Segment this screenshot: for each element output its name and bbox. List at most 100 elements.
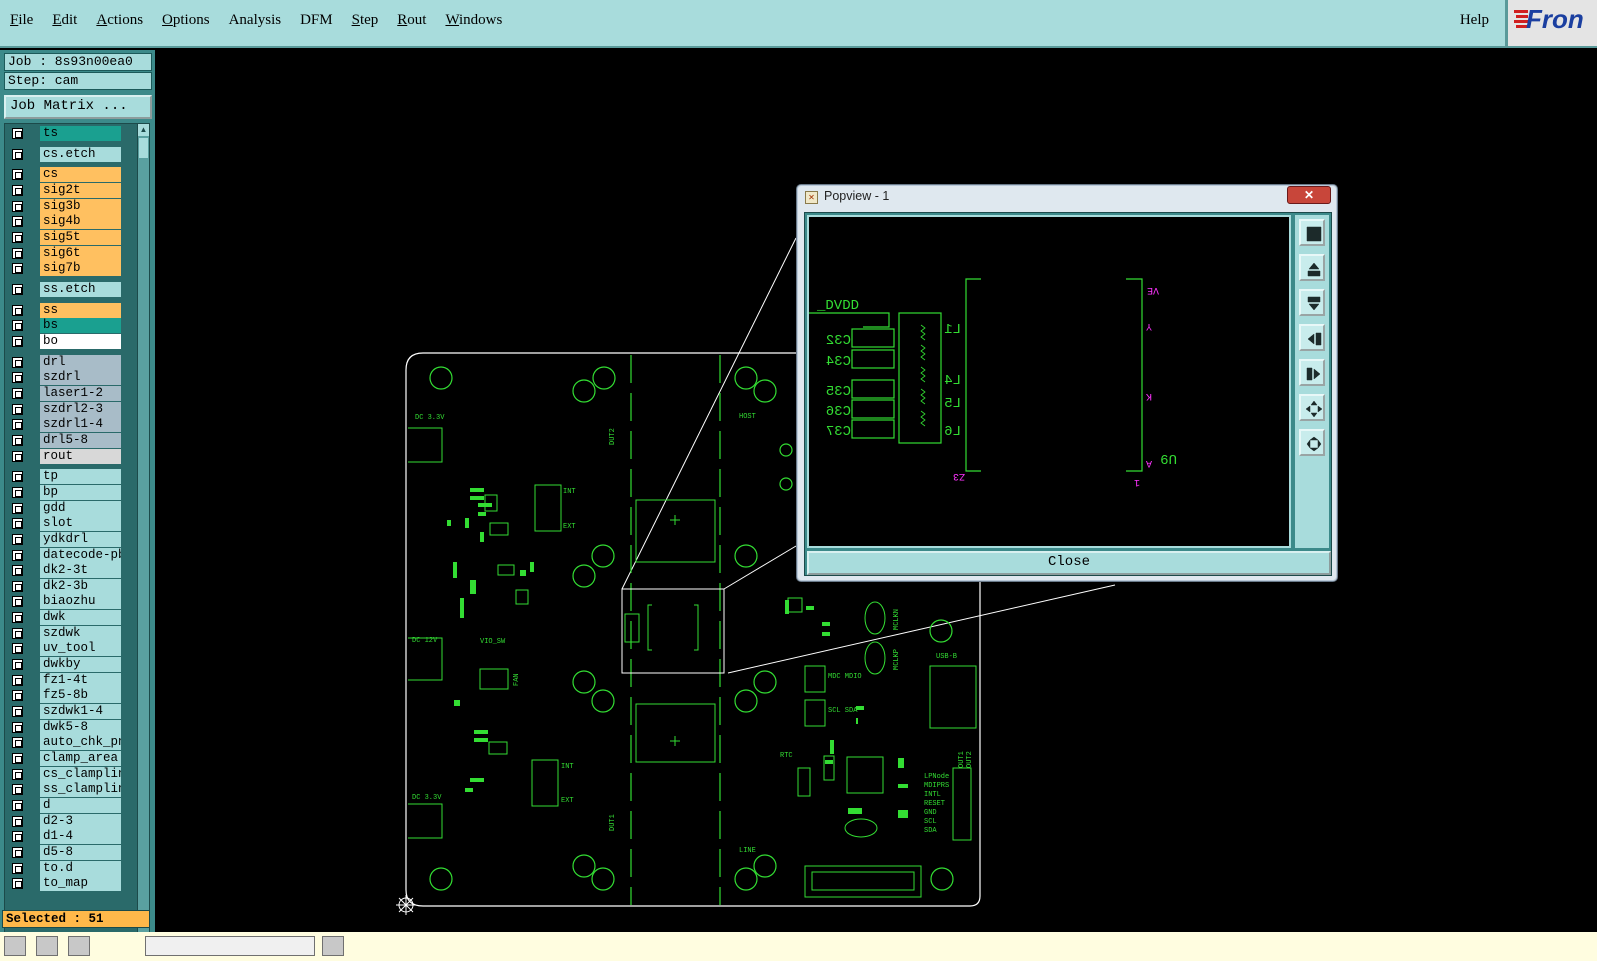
layer-checkbox[interactable]	[12, 128, 23, 139]
layer-name[interactable]: szdwk1-4	[40, 704, 121, 720]
scroll-thumb[interactable]	[139, 138, 148, 158]
layer-row-sig3b[interactable]: sig3b	[7, 198, 127, 214]
layer-checkbox[interactable]	[12, 690, 23, 702]
layer-name[interactable]: szdwk	[40, 625, 121, 641]
popview-titlebar[interactable]: ✕ Popview - 1 ✕	[797, 185, 1337, 209]
layer-checkbox[interactable]	[12, 263, 23, 275]
popview-window[interactable]: ✕ Popview - 1 ✕ _DVDD C32 C34 C35 C36 C3…	[796, 184, 1338, 582]
zoom-fit-icon[interactable]	[1299, 219, 1325, 246]
layer-row-ss.etch[interactable]: ss.etch	[7, 281, 127, 297]
layer-name[interactable]: bo	[40, 333, 121, 349]
layer-row-gdd[interactable]: gdd	[7, 500, 127, 516]
layer-row-cs.etch[interactable]: cs.etch	[7, 146, 127, 162]
layer-checkbox[interactable]	[12, 335, 23, 347]
layer-row-slot[interactable]: slot	[7, 516, 127, 532]
layer-row-ts[interactable]: ts	[7, 126, 127, 141]
layer-name[interactable]: auto_chk_pn	[40, 735, 121, 751]
layer-checkbox[interactable]	[12, 148, 23, 160]
layer-name[interactable]: bp	[40, 484, 121, 500]
layer-row-to.d[interactable]: to.d	[7, 860, 127, 876]
layer-row-sig5t[interactable]: sig5t	[7, 229, 127, 245]
layer-row-datecode-pbe[interactable]: datecode-pbe	[7, 547, 127, 563]
layer-name[interactable]: drl	[40, 354, 121, 370]
layer-row-d5-8[interactable]: d5-8	[7, 845, 127, 861]
layer-checkbox[interactable]	[12, 304, 23, 316]
layer-list-scrollbar[interactable]: ▲ ▼	[137, 123, 150, 955]
status-button-3[interactable]	[68, 936, 90, 956]
layer-row-biaozhu[interactable]: biaozhu	[7, 594, 127, 610]
menu-actions[interactable]: Actions	[94, 12, 145, 29]
layer-name[interactable]: sig5t	[40, 229, 121, 245]
layer-name[interactable]: to.d	[40, 860, 121, 876]
layer-name[interactable]: cs_clampline	[40, 766, 121, 782]
menu-edit[interactable]: Edit	[50, 12, 79, 29]
layer-row-cs[interactable]: cs	[7, 167, 127, 183]
layer-name[interactable]: d1-4	[40, 829, 121, 845]
layer-name[interactable]: szdrl	[40, 370, 121, 386]
layer-row-dk2-3t[interactable]: dk2-3t	[7, 563, 127, 579]
layer-row-dwkby[interactable]: dwkby	[7, 657, 127, 673]
layer-checkbox[interactable]	[12, 800, 23, 812]
layer-row-ss_clampline[interactable]: ss_clampline	[7, 782, 127, 798]
layer-checkbox[interactable]	[12, 847, 23, 859]
layer-name[interactable]: cs	[40, 167, 121, 183]
layer-checkbox[interactable]	[12, 768, 23, 780]
layer-name[interactable]: datecode-pbe	[40, 547, 121, 563]
layer-checkbox[interactable]	[12, 674, 23, 686]
layer-checkbox[interactable]	[12, 419, 23, 431]
layer-name[interactable]: ss	[40, 302, 121, 318]
layer-row-fz5-8b[interactable]: fz5-8b	[7, 688, 127, 704]
layer-checkbox[interactable]	[12, 247, 23, 259]
layer-checkbox[interactable]	[12, 169, 23, 181]
layer-checkbox[interactable]	[12, 320, 23, 332]
layer-checkbox[interactable]	[12, 518, 23, 530]
menu-step[interactable]: Step	[350, 12, 381, 29]
layer-checkbox[interactable]	[12, 643, 23, 655]
layer-row-bp[interactable]: bp	[7, 484, 127, 500]
menu-analysis[interactable]: Analysis	[227, 12, 284, 29]
layer-row-bs[interactable]: bs	[7, 318, 127, 334]
layer-name[interactable]: rout	[40, 448, 121, 464]
layer-name[interactable]: dwkby	[40, 657, 121, 673]
layer-name[interactable]: ts	[40, 126, 121, 141]
layer-row-drl[interactable]: drl	[7, 354, 127, 370]
layer-checkbox[interactable]	[12, 878, 23, 890]
layer-checkbox[interactable]	[12, 356, 23, 368]
layer-name[interactable]: ss_clampline	[40, 782, 121, 798]
layer-checkbox[interactable]	[12, 737, 23, 749]
layer-name[interactable]: laser1-2	[40, 385, 121, 401]
layer-row-d[interactable]: d	[7, 798, 127, 814]
layer-name[interactable]: fz5-8b	[40, 688, 121, 704]
layer-name[interactable]: gdd	[40, 500, 121, 516]
layer-row-szdrl[interactable]: szdrl	[7, 370, 127, 386]
status-button-1[interactable]	[4, 936, 26, 956]
layer-row-sig4b[interactable]: sig4b	[7, 214, 127, 230]
job-matrix-button[interactable]: Job Matrix ...	[4, 95, 152, 119]
layer-row-laser1-2[interactable]: laser1-2	[7, 385, 127, 401]
window-close-icon[interactable]: ✕	[1287, 186, 1331, 204]
layer-name[interactable]: tp	[40, 469, 121, 485]
zoom-in-icon[interactable]	[1299, 394, 1325, 421]
layer-row-d1-4[interactable]: d1-4	[7, 829, 127, 845]
layer-row-bo[interactable]: bo	[7, 333, 127, 349]
scroll-up-icon[interactable]: ▲	[138, 124, 149, 136]
layer-checkbox[interactable]	[12, 862, 23, 874]
layer-checkbox[interactable]	[12, 753, 23, 765]
layer-checkbox[interactable]	[12, 283, 23, 295]
layer-checkbox[interactable]	[12, 596, 23, 608]
layer-row-sig2t[interactable]: sig2t	[7, 182, 127, 198]
layer-checkbox[interactable]	[12, 706, 23, 718]
layer-name[interactable]: sig2t	[40, 182, 121, 198]
layer-checkbox[interactable]	[12, 471, 23, 483]
layer-checkbox[interactable]	[12, 721, 23, 733]
layer-row-szdrl1-4[interactable]: szdrl1-4	[7, 417, 127, 433]
layer-checkbox[interactable]	[12, 216, 23, 228]
layer-row-cs_clampline[interactable]: cs_clampline	[7, 766, 127, 782]
layer-name[interactable]: fz1-4t	[40, 672, 121, 688]
layer-checkbox[interactable]	[12, 784, 23, 796]
layer-name[interactable]: d	[40, 798, 121, 814]
layer-row-szdwk1-4[interactable]: szdwk1-4	[7, 704, 127, 720]
layer-row-uv_tool[interactable]: uv_tool	[7, 641, 127, 657]
layer-checkbox[interactable]	[12, 627, 23, 639]
layer-checkbox[interactable]	[12, 580, 23, 592]
